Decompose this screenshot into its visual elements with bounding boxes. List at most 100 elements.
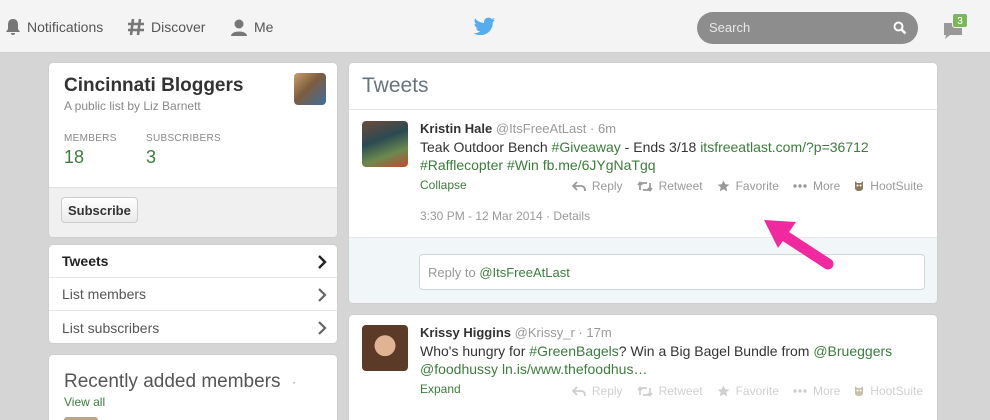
more-label: More [812, 179, 841, 193]
expand-link[interactable]: Expand [420, 382, 461, 396]
collapse-link[interactable]: Collapse [420, 178, 467, 192]
list-nav-tweets-label: Tweets [62, 253, 109, 269]
tweet-text-segment: Teak Outdoor Bench [420, 139, 552, 155]
tweet-details-link[interactable]: Details [553, 209, 590, 223]
tweet-text-segment: - Ends 3/18 [620, 139, 701, 155]
tweet-author-avatar[interactable] [362, 325, 408, 371]
tweet-text-segment: Who's hungry for [420, 343, 530, 359]
recently-added-card: Recently added members · View all [48, 354, 338, 420]
more-dots-icon [793, 389, 807, 393]
tweet-author-name[interactable]: Kristin Hale [420, 121, 492, 136]
list-navigation: Tweets List members List subscribers [48, 244, 338, 344]
person-icon [231, 19, 247, 36]
tweet-author-handle[interactable]: @ItsFreeAtLast [496, 121, 587, 136]
subscribers-count: 3 [146, 147, 157, 167]
list-nav-tweets[interactable]: Tweets [49, 245, 337, 278]
tweet-age[interactable]: 17m [586, 325, 611, 340]
hootsuite-owl-icon [855, 386, 864, 396]
list-nav-subscribers-label: List subscribers [62, 319, 160, 336]
favorite-label: Favorite [735, 179, 779, 193]
reply-placeholder: @ItsFreeAtLast [479, 265, 570, 280]
tweet-actions: Reply Retweet Favorite More HootSuite [558, 384, 923, 398]
list-title[interactable]: Cincinnati Bloggers [64, 75, 243, 97]
more-action[interactable]: More [793, 179, 840, 193]
nav-notifications-label: Notifications [27, 18, 104, 35]
hootsuite-action[interactable]: HootSuite [854, 384, 923, 398]
nav-me-label: Me [254, 18, 274, 35]
tweet-header: Kristin Hale @ItsFreeAtLast · 6m [420, 121, 930, 136]
members-stat[interactable]: MEMBERS 18 [64, 133, 117, 168]
list-nav-members-label: List members [62, 286, 147, 302]
hashtag-link[interactable]: #Giveaway [552, 139, 621, 155]
tweet-author-avatar[interactable] [362, 121, 408, 167]
reply-label: Reply [591, 384, 623, 398]
annotation-arrow-icon [764, 220, 834, 270]
more-label: More [812, 384, 841, 398]
search-box[interactable] [697, 12, 918, 44]
url-link[interactable]: fb.me/6JYgNaTgq [543, 157, 656, 173]
reply-input[interactable]: Reply to @ItsFreeAtLast [419, 254, 925, 290]
nav-discover-label: Discover [151, 18, 206, 35]
messages-count-badge: 3 [952, 13, 968, 28]
favorite-action[interactable]: Favorite [717, 384, 779, 398]
reply-action[interactable]: Reply [571, 384, 623, 398]
tweet-header: Krissy Higgins @Krissy_r · 17m [420, 325, 930, 340]
reply-label: Reply [591, 179, 623, 193]
tweet-text-segment: ? Win a Big Bagel Bundle from [618, 343, 814, 359]
retweet-icon [636, 180, 653, 192]
tweet-age[interactable]: 6m [598, 121, 616, 136]
nav-me[interactable]: Me [230, 0, 273, 53]
tweets-heading: Tweets [362, 74, 429, 97]
url-link[interactable]: ln.is/www.thefoodhus… [502, 361, 648, 377]
list-nav-subscribers[interactable]: List subscribers [49, 311, 337, 343]
view-all-link[interactable]: View all [64, 395, 105, 409]
subscribers-stat[interactable]: SUBSCRIBERS 3 [146, 133, 221, 168]
subscribers-label: SUBSCRIBERS [146, 133, 221, 144]
nav-notifications[interactable]: Notifications [5, 0, 103, 53]
mention-link[interactable]: @foodhussy [420, 361, 498, 377]
reply-placeholder-prefix: Reply to [428, 265, 480, 280]
chevron-right-icon [318, 255, 327, 269]
url-link[interactable]: itsfreeatlast.com/?p=36712 [700, 139, 869, 155]
hootsuite-owl-icon [855, 181, 864, 191]
list-nav-members[interactable]: List members [49, 278, 337, 311]
tweet-item[interactable]: Krissy Higgins @Krissy_r · 17m Who's hun… [420, 325, 930, 378]
tweet-item[interactable]: Kristin Hale @ItsFreeAtLast · 6m Teak Ou… [420, 121, 930, 174]
retweet-action[interactable]: Retweet [636, 384, 703, 398]
hashtag-link[interactable]: #Rafflecopter [420, 157, 503, 173]
star-icon [717, 385, 729, 397]
more-action[interactable]: More [793, 384, 840, 398]
mention-link[interactable]: @Brueggers [813, 343, 892, 359]
recently-added-title: Recently added members [64, 371, 281, 392]
tweet-text: Who's hungry for #GreenBagels? Win a Big… [420, 342, 930, 378]
tweet-text: Teak Outdoor Bench #Giveaway - Ends 3/18… [420, 138, 930, 174]
reply-icon [571, 180, 586, 191]
bell-icon [6, 18, 20, 35]
tweet-timestamp[interactable]: 3:30 PM - 12 Mar 2014 [420, 209, 543, 223]
reply-composer-area: Reply to @ItsFreeAtLast [349, 237, 937, 303]
top-navigation-bar: Notifications Discover Me 3 [0, 0, 990, 53]
timestamp-separator: · [546, 209, 551, 223]
members-count: 18 [64, 147, 85, 167]
retweet-action[interactable]: Retweet [636, 179, 703, 193]
nav-discover[interactable]: Discover [127, 0, 205, 53]
favorite-action[interactable]: Favorite [717, 179, 779, 193]
tweets-stream: Tweets Kristin Hale @ItsFreeAtLast · 6m … [348, 62, 938, 304]
tweet-separator: · [578, 325, 583, 340]
tweet-actions: Reply Retweet Favorite More HootSuite [558, 179, 923, 193]
hootsuite-label: HootSuite [870, 179, 923, 193]
list-owner-avatar[interactable] [294, 73, 326, 105]
subscribe-button[interactable]: Subscribe [61, 197, 138, 223]
list-byline: A public list by Liz Barnett [64, 99, 201, 113]
search-input[interactable] [709, 20, 889, 35]
reply-icon [571, 385, 586, 396]
hootsuite-action[interactable]: HootSuite [854, 179, 923, 193]
hashtag-link[interactable]: #Win [507, 157, 539, 173]
tweet-author-handle[interactable]: @Krissy_r [515, 325, 575, 340]
hashtag-link[interactable]: #GreenBagels [529, 343, 619, 359]
reply-action[interactable]: Reply [571, 179, 623, 193]
list-profile-card: Cincinnati Bloggers A public list by Liz… [48, 62, 338, 238]
twitter-bird-logo-icon[interactable] [474, 17, 496, 35]
search-icon[interactable] [893, 21, 907, 35]
tweet-author-name[interactable]: Krissy Higgins [420, 325, 511, 340]
